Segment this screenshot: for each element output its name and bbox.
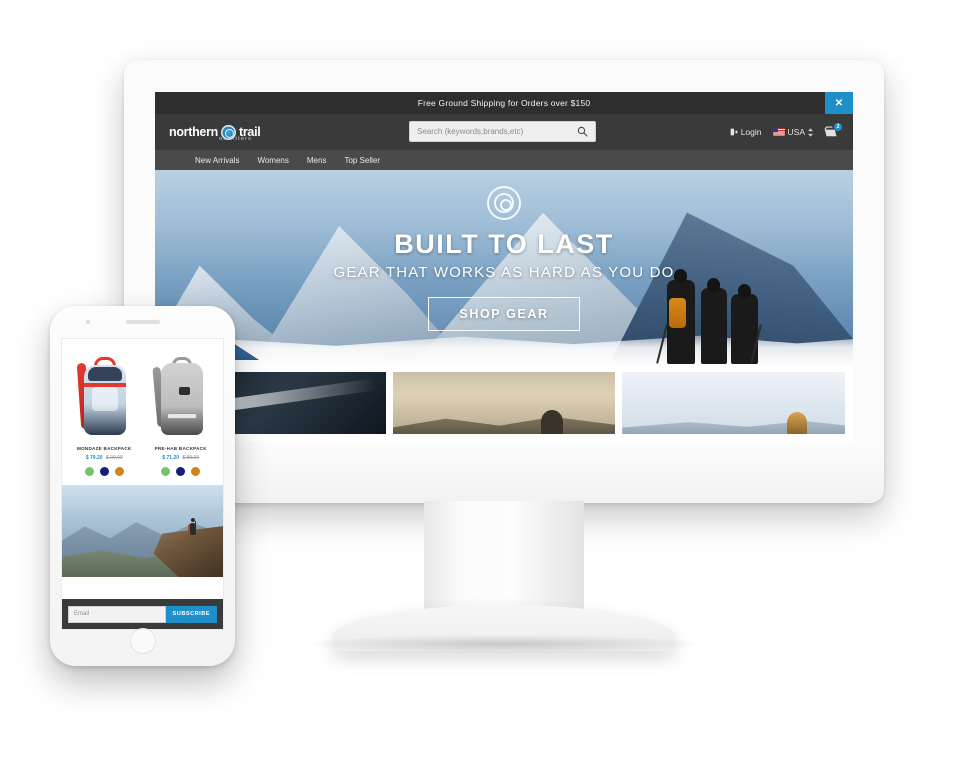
newsletter-subscribe-bar: Email SUBSCRIBE: [62, 599, 223, 629]
swatch-green[interactable]: [161, 467, 171, 476]
product-grid: MONDAZE BACKPACK $ 79.20 $ 99.00 PRE-HAB…: [62, 339, 223, 476]
login-button[interactable]: Login: [730, 127, 762, 137]
nav-item-womens[interactable]: Womens: [257, 156, 288, 165]
swatch-orange[interactable]: [191, 467, 201, 476]
promo-text: Free Ground Shipping for Orders over $15…: [417, 98, 591, 108]
email-placeholder: Email: [74, 611, 90, 617]
product-card-mondaze[interactable]: MONDAZE BACKPACK $ 79.20 $ 99.00: [68, 349, 141, 476]
sale-price: $ 71.20: [162, 455, 180, 461]
login-label: Login: [740, 127, 762, 137]
shop-gear-button[interactable]: SHOP GEAR: [428, 296, 580, 331]
product-image-mondaze: [68, 349, 141, 441]
sale-price: $ 79.20: [85, 455, 103, 461]
swatch-navy[interactable]: [99, 467, 109, 476]
hero-content: BUILT TO LAST GEAR THAT WORKS AS HARD AS…: [155, 186, 853, 331]
phone-mockup: MONDAZE BACKPACK $ 79.20 $ 99.00 PRE-HAB…: [50, 306, 235, 666]
sort-updown-icon: [808, 127, 813, 137]
site-header: northern trail outfitters Search (keywor…: [155, 114, 853, 150]
original-price: $ 99.00: [105, 455, 123, 461]
cart-button[interactable]: 2: [824, 122, 842, 139]
shopping-cart-icon: 2: [824, 122, 842, 139]
subscribe-button[interactable]: SUBSCRIBE: [165, 605, 217, 623]
product-name: MONDAZE BACKPACK: [77, 446, 132, 451]
category-tile-desert-sky[interactable]: [392, 372, 616, 434]
hero-banner: BUILT TO LAST GEAR THAT WORKS AS HARD AS…: [155, 170, 853, 366]
hiker-figure: [188, 518, 197, 535]
swatch-navy[interactable]: [176, 467, 186, 476]
brand-tagline: outfitters: [219, 136, 253, 142]
product-image-prehab: [145, 349, 218, 441]
desktop-monitor-mockup: Free Ground Shipping for Orders over $15…: [124, 60, 884, 660]
product-price: $ 79.20 $ 99.00: [68, 455, 141, 461]
swatch-green[interactable]: [84, 467, 94, 476]
original-price: $ 89.00: [182, 455, 200, 461]
promo-banner: Free Ground Shipping for Orders over $15…: [155, 92, 853, 114]
hero-title: BUILT TO LAST: [394, 229, 614, 259]
monitor-stand-foot: [304, 605, 704, 653]
color-swatches: [68, 467, 141, 476]
country-selector[interactable]: USA: [772, 127, 813, 137]
search-input[interactable]: Search (keywords,brands,etc): [409, 121, 596, 142]
promo-close-button[interactable]: ✕: [825, 92, 853, 114]
primary-navigation: New Arrivals Womens Mens Top Seller: [155, 150, 853, 170]
category-tile-mountain-light[interactable]: [622, 372, 846, 434]
monitor-stand-neck: [424, 501, 584, 621]
us-flag-icon: [772, 128, 785, 136]
phone-home-button[interactable]: [129, 628, 156, 654]
backpack-blue-red-image: [76, 357, 130, 441]
phone-screen: MONDAZE BACKPACK $ 79.20 $ 99.00 PRE-HAB…: [61, 338, 224, 630]
product-price: $ 71.20 $ 89.00: [145, 455, 218, 461]
monitor-chin: [124, 443, 884, 503]
country-label: USA: [787, 127, 805, 137]
category-strip: [155, 366, 853, 442]
nav-item-top-seller[interactable]: Top Seller: [344, 156, 380, 165]
hiker-on-cliff-image: [62, 485, 223, 577]
login-arrow-icon: [730, 128, 738, 136]
nav-item-mens[interactable]: Mens: [307, 156, 327, 165]
backpack-grey-image: [152, 357, 207, 441]
header-actions: Login USA 2: [730, 114, 842, 150]
monitor-screen: Free Ground Shipping for Orders over $15…: [155, 92, 853, 442]
brand-word-one: northern: [169, 124, 218, 139]
desktop-website: Free Ground Shipping for Orders over $15…: [155, 92, 853, 442]
phone-speaker: [125, 320, 160, 324]
swatch-orange[interactable]: [114, 467, 124, 476]
cart-count-badge: 2: [834, 122, 842, 131]
product-name: PRE-HAB BACKPACK: [154, 446, 207, 451]
phone-camera-icon: [86, 320, 90, 324]
search-placeholder: Search (keywords,brands,etc): [417, 127, 524, 136]
nav-item-new-arrivals[interactable]: New Arrivals: [195, 156, 239, 165]
compass-rosette-icon: [487, 186, 521, 220]
product-card-prehab[interactable]: PRE-HAB BACKPACK $ 71.20 $ 89.00: [145, 349, 218, 476]
color-swatches: [145, 467, 218, 476]
search-icon[interactable]: [577, 126, 588, 137]
mockup-stage: Free Ground Shipping for Orders over $15…: [0, 0, 960, 758]
hero-subtitle: GEAR THAT WORKS AS HARD AS YOU DO: [333, 263, 675, 281]
email-field[interactable]: Email: [68, 605, 166, 623]
